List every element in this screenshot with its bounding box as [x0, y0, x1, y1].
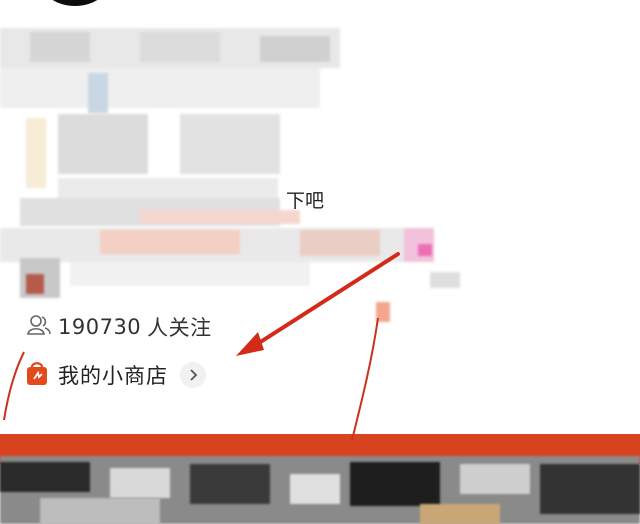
annotation-arrows [3, 252, 400, 441]
